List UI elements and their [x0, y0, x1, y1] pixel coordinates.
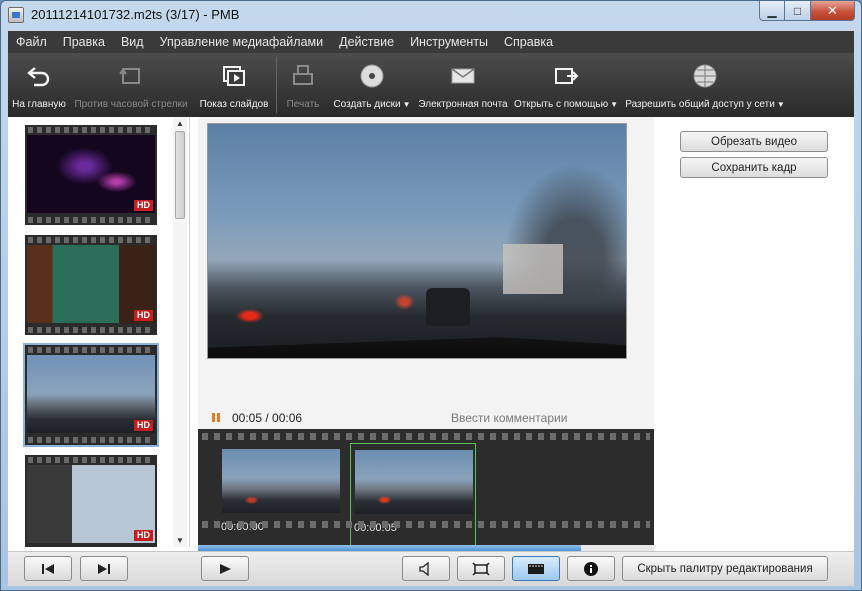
maximize-button[interactable]: □ — [785, 1, 811, 21]
timecode: 00:05 / 00:06 — [232, 411, 303, 425]
menu-tools[interactable]: Инструменты — [402, 35, 496, 49]
close-button[interactable]: ✕ — [811, 1, 855, 21]
video-scene-dashboard — [208, 337, 626, 358]
hd-badge: HD — [134, 530, 153, 541]
next-button[interactable] — [80, 556, 128, 581]
hide-editing-palette-button[interactable]: Скрыть палитру редактирования — [622, 556, 828, 581]
frame-timecode: 00:00:05 — [354, 522, 397, 534]
scrollbar-thumb[interactable] — [175, 131, 185, 219]
rotate-ccw-button[interactable]: Против часовой стрелки — [70, 53, 192, 117]
back-arrow-icon — [27, 67, 50, 87]
timeline-frame-selected[interactable]: 00:00:05 — [350, 443, 476, 547]
create-disc-button[interactable]: Создать диски ▼ — [329, 53, 415, 117]
globe-icon — [693, 64, 717, 88]
scroll-down-icon[interactable]: ▼ — [176, 536, 184, 545]
bottom-bar: Скрыть палитру редактирования — [8, 551, 854, 586]
email-label: Электронная почта — [418, 99, 508, 110]
menu-edit[interactable]: Правка — [55, 35, 113, 49]
app-window: 20111214101732.m2ts (3/17) - PMB ▁ □ ✕ Ф… — [0, 0, 862, 591]
dropdown-arrow-icon: ▼ — [402, 100, 411, 109]
video-scene-building — [503, 244, 563, 294]
dropdown-arrow-icon: ▼ — [610, 100, 619, 109]
skip-forward-icon — [98, 563, 110, 574]
frame-image — [355, 450, 473, 514]
window-controls: ▁ □ ✕ — [759, 1, 855, 21]
thumbnail-item[interactable]: HD — [25, 455, 157, 547]
thumbnail-item-selected[interactable]: HD — [23, 343, 159, 447]
print-label: Печать — [286, 99, 320, 110]
title-bar: 20111214101732.m2ts (3/17) - PMB ▁ □ ✕ — [1, 1, 861, 31]
window-title: 20111214101732.m2ts (3/17) - PMB — [31, 7, 240, 22]
skip-back-icon — [42, 563, 54, 574]
hd-badge: HD — [134, 200, 153, 211]
filmstrip-view-button[interactable] — [512, 556, 560, 581]
open-with-button[interactable]: Открыть с помощью ▼ — [511, 53, 621, 117]
thumbnail-item[interactable]: HD — [25, 125, 157, 225]
slideshow-label: Показ слайдов — [199, 99, 269, 110]
playback-info: 00:05 / 00:06 Ввести комментарии — [198, 407, 654, 429]
print-button[interactable]: Печать — [277, 53, 329, 117]
email-button[interactable]: Электронная почта — [415, 53, 511, 117]
thumbnail-strip: HD HD HD HD ▲ ▼ — [8, 117, 190, 547]
slideshow-icon — [223, 66, 245, 86]
open-with-icon — [555, 68, 579, 84]
home-label: На главную — [12, 99, 66, 110]
timeline-filmstrip: 00:00:00 00:00:05 — [198, 429, 654, 547]
rotate-icon — [119, 68, 140, 84]
hd-badge: HD — [134, 310, 153, 321]
home-button[interactable]: На главную — [8, 53, 70, 117]
minimize-icon: ▁ — [767, 3, 777, 18]
menu-action[interactable]: Действие — [331, 35, 402, 49]
video-scene-car — [426, 288, 470, 326]
scroll-up-icon[interactable]: ▲ — [176, 119, 184, 128]
info-button[interactable] — [567, 556, 615, 581]
video-preview[interactable] — [207, 123, 627, 359]
close-icon: ✕ — [827, 2, 838, 18]
slideshow-button[interactable]: Показ слайдов — [192, 53, 276, 117]
menu-help[interactable]: Справка — [496, 35, 561, 49]
preview-area — [198, 117, 654, 407]
thumbnail-scrollbar[interactable]: ▲ ▼ — [173, 117, 187, 547]
pause-icon[interactable] — [212, 413, 221, 422]
editing-palette: Обрезать видео Сохранить кадр — [654, 117, 854, 547]
fullscreen-button[interactable] — [457, 556, 505, 581]
info-icon — [584, 561, 598, 576]
share-button[interactable]: Разрешить общий доступ у сети ▼ — [621, 53, 789, 117]
app-content: Файл Правка Вид Управление медиафайлами … — [8, 31, 854, 586]
envelope-icon — [451, 68, 475, 84]
menu-view[interactable]: Вид — [113, 35, 152, 49]
play-button[interactable] — [201, 556, 249, 581]
create-disc-label: Создать диски ▼ — [333, 99, 411, 110]
rotate-ccw-label: Против часовой стрелки — [74, 99, 188, 110]
frame-timecode: 00:00:00 — [221, 521, 264, 533]
menu-media-management[interactable]: Управление медиафайлами — [152, 35, 332, 49]
frame-image — [222, 449, 340, 513]
app-icon — [8, 7, 24, 23]
save-frame-button[interactable]: Сохранить кадр — [680, 157, 828, 178]
open-with-label: Открыть с помощью ▼ — [513, 99, 619, 110]
menu-bar: Файл Правка Вид Управление медиафайлами … — [8, 31, 854, 53]
comment-input[interactable]: Ввести комментарии — [451, 411, 567, 425]
disc-icon — [360, 64, 384, 88]
printer-icon — [293, 65, 313, 85]
filmstrip-icon — [528, 563, 544, 574]
hd-badge: HD — [134, 420, 153, 431]
trim-video-button[interactable]: Обрезать видео — [680, 131, 828, 152]
thumbnail-item[interactable]: HD — [25, 235, 157, 335]
dropdown-arrow-icon: ▼ — [776, 100, 785, 109]
menu-file[interactable]: Файл — [8, 35, 55, 49]
timeline-frame[interactable]: 00:00:00 — [218, 443, 344, 547]
speaker-icon — [419, 561, 429, 576]
toolbar: На главную Против часовой стрелки Показ … — [8, 53, 854, 117]
share-label: Разрешить общий доступ у сети ▼ — [625, 99, 785, 110]
previous-button[interactable] — [24, 556, 72, 581]
maximize-icon: □ — [793, 3, 802, 18]
play-icon — [220, 563, 231, 574]
fullscreen-icon — [472, 561, 490, 576]
volume-button[interactable] — [402, 556, 450, 581]
minimize-button[interactable]: ▁ — [759, 1, 785, 21]
